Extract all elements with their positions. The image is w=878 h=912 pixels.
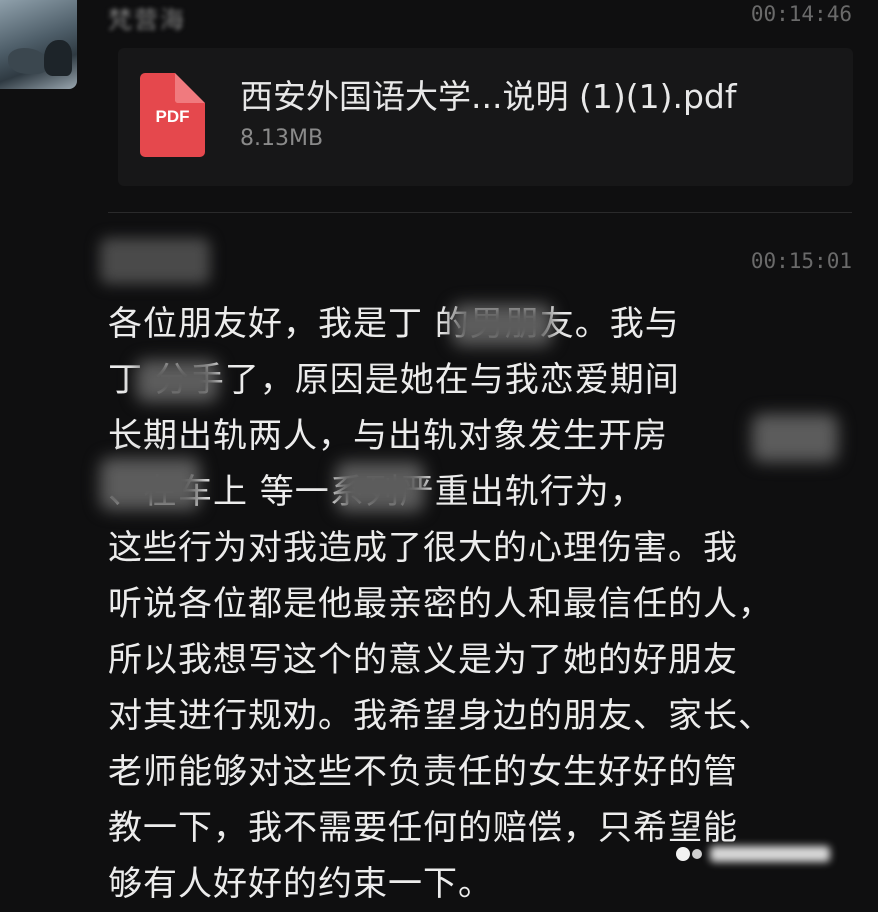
file-size: 8.13MB [240, 126, 324, 151]
avatar-image-shape [8, 48, 48, 74]
sender-avatar[interactable] [0, 0, 77, 89]
message-line: 、在车上 等一系列严重出轨行为， [108, 472, 645, 512]
message-line: 所以我想写这个的意义是为了她的好朋友 [108, 640, 738, 680]
message-line: 听说各位都是他最亲密的人和最信任的人， [108, 584, 773, 624]
message-divider [108, 212, 852, 213]
watermark-text [710, 846, 830, 862]
message-line: 长期出轨两人，与出轨对象发生开房 [108, 416, 668, 456]
message-line: 对其进行规劝。我希望身边的朋友、家长、 [108, 696, 773, 736]
pdf-icon-fold [175, 73, 205, 103]
message-line: 这些行为对我造成了很大的心理伤害。我 [108, 528, 738, 568]
redaction-blur [752, 414, 838, 462]
watermark-logo [676, 838, 858, 870]
pdf-file-icon: PDF [140, 73, 205, 157]
redaction-blur [136, 360, 218, 402]
redacted-sender-name [100, 238, 210, 284]
redaction-blur [100, 458, 200, 510]
message-timestamp: 00:15:01 [750, 249, 852, 273]
sender-name: 梵营海 [108, 6, 186, 34]
redaction-blur [452, 304, 552, 346]
redaction-blur [336, 462, 424, 512]
pdf-icon-label: PDF [155, 107, 190, 126]
avatar-image-shape [44, 40, 72, 76]
watermark-icon [676, 847, 690, 861]
file-attachment-card[interactable]: PDF 西安外国语大学...说明 (1)(1).pdf 8.13MB [118, 48, 853, 186]
message-timestamp: 00:14:46 [750, 2, 852, 26]
file-name: 西安外国语大学...说明 (1)(1).pdf [240, 77, 737, 116]
message-line: 老师能够对这些不负责任的女生好好的管 [108, 752, 738, 792]
